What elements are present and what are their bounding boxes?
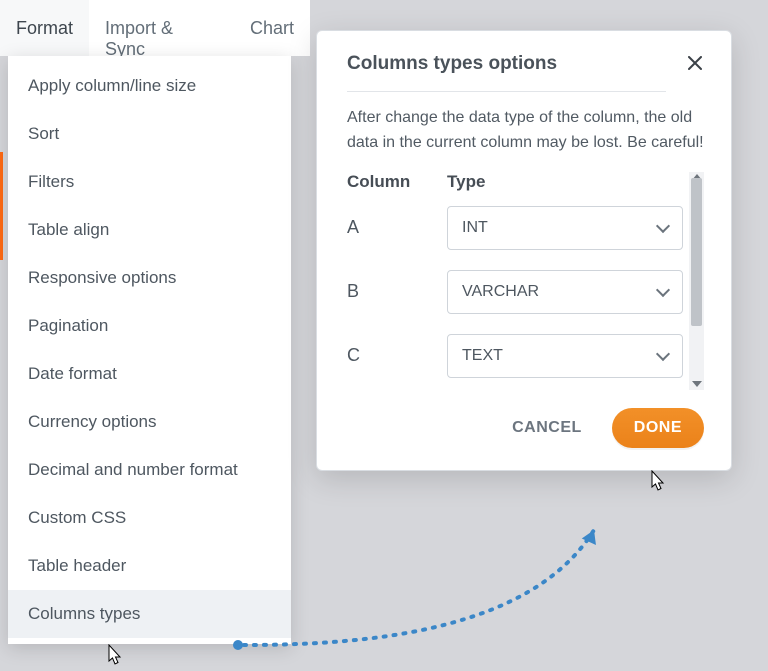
columns-area: Column Type A INT B VARCHAR xyxy=(347,172,704,390)
menu-item-decimal-number-format[interactable]: Decimal and number format xyxy=(8,446,291,494)
menu-item-responsive-options[interactable]: Responsive options xyxy=(8,254,291,302)
columns-header-column: Column xyxy=(347,172,447,192)
type-select-value: TEXT xyxy=(462,347,503,365)
menu-item-sort[interactable]: Sort xyxy=(8,110,291,158)
dialog-body: After change the data type of the column… xyxy=(347,106,704,448)
type-select-a[interactable]: INT xyxy=(447,206,683,250)
cursor-icon xyxy=(647,470,667,496)
type-select-value: INT xyxy=(462,219,488,237)
column-row-a: A INT xyxy=(347,206,683,250)
column-label: B xyxy=(347,281,447,302)
tab-format[interactable]: Format xyxy=(0,0,89,56)
menu-item-columns-types[interactable]: Columns types xyxy=(8,590,291,638)
chevron-down-icon xyxy=(656,219,670,233)
close-icon[interactable] xyxy=(686,53,704,75)
tab-import-sync[interactable]: Import & Sync xyxy=(89,0,234,56)
menu-item-table-header[interactable]: Table header xyxy=(8,542,291,590)
type-select-c[interactable]: TEXT xyxy=(447,334,683,378)
dialog-description: After change the data type of the column… xyxy=(347,106,704,156)
menu-item-apply-column-line-size[interactable]: Apply column/line size xyxy=(8,62,291,110)
tab-chart[interactable]: Chart xyxy=(234,0,310,56)
scrollbar-thumb[interactable] xyxy=(691,178,702,326)
columns-header-row: Column Type xyxy=(347,172,683,192)
chevron-down-icon xyxy=(656,347,670,361)
menu-item-custom-css[interactable]: Custom CSS xyxy=(8,494,291,542)
orange-accent-stripe xyxy=(0,152,3,260)
columns-header-type: Type xyxy=(447,172,683,192)
menu-item-pagination[interactable]: Pagination xyxy=(8,302,291,350)
chevron-down-icon xyxy=(656,283,670,297)
type-select-value: VARCHAR xyxy=(462,283,539,301)
dialog-title: Columns types options xyxy=(347,53,666,92)
columns-types-dialog: Columns types options After change the d… xyxy=(316,30,732,471)
dialog-header: Columns types options xyxy=(347,53,704,92)
dialog-actions: CANCEL DONE xyxy=(347,408,704,448)
scrollbar[interactable] xyxy=(689,172,704,390)
column-label: C xyxy=(347,345,447,366)
column-row-c: C TEXT xyxy=(347,334,683,378)
menu-item-filters[interactable]: Filters xyxy=(8,158,291,206)
columns-scroll-viewport: Column Type A INT B VARCHAR xyxy=(347,172,683,390)
tabs-bar: Format Import & Sync Chart xyxy=(0,0,310,56)
done-button[interactable]: DONE xyxy=(612,408,704,448)
menu-item-currency-options[interactable]: Currency options xyxy=(8,398,291,446)
cursor-icon xyxy=(104,644,124,670)
type-select-b[interactable]: VARCHAR xyxy=(447,270,683,314)
column-row-b: B VARCHAR xyxy=(347,270,683,314)
menu-item-date-format[interactable]: Date format xyxy=(8,350,291,398)
format-dropdown-menu: Apply column/line size Sort Filters Tabl… xyxy=(8,56,291,644)
column-label: A xyxy=(347,217,447,238)
scrollbar-down-icon[interactable] xyxy=(692,381,702,387)
cancel-button[interactable]: CANCEL xyxy=(512,419,582,437)
menu-item-table-align[interactable]: Table align xyxy=(8,206,291,254)
